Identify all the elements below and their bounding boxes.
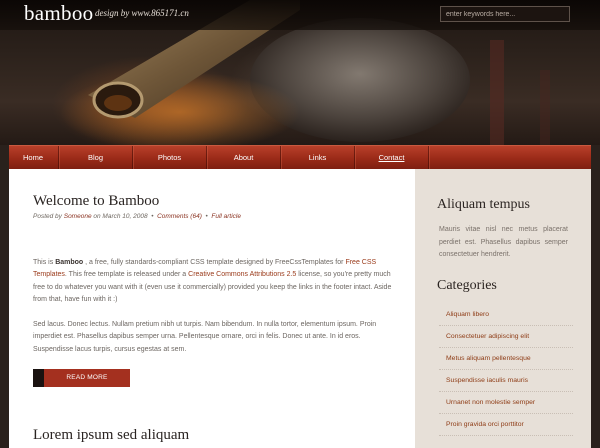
nav-item-links[interactable]: Links [281, 146, 355, 169]
category-link[interactable]: Urnanet non molestie semper [439, 392, 573, 414]
category-link[interactable]: Metus aliquam pellentesque [439, 348, 573, 370]
bold-text: Bamboo [55, 259, 84, 266]
search-input[interactable] [440, 6, 570, 22]
comments-link[interactable]: Comments (64) [157, 213, 202, 220]
read-more-button[interactable]: READ MORE [33, 369, 130, 387]
nav-item-blog[interactable]: Blog [59, 146, 133, 169]
category-link[interactable]: Aliquam libero [439, 304, 573, 326]
meta-prefix: Posted by [33, 213, 62, 220]
post-meta: Posted by Someone on March 10, 2008 • Co… [33, 213, 241, 220]
button-cap [33, 369, 44, 387]
page-frame-right [591, 169, 600, 448]
post-title[interactable]: Lorem ipsum sed aliquam [33, 427, 189, 444]
nav-label: Photos [157, 153, 182, 162]
text: This is [33, 259, 54, 266]
main-content: Welcome to Bamboo Posted by Someone on M… [9, 169, 415, 448]
creative-commons-link[interactable]: Creative Commons Attributions 2.5 [188, 271, 296, 278]
nav-item-photos[interactable]: Photos [133, 146, 207, 169]
post-paragraph-1: This is Bamboo , a free, fully standards… [33, 257, 399, 307]
nav-label: Blog [87, 153, 103, 162]
post-paragraph-2: Sed lacus. Donec lectus. Nullam pretium … [33, 321, 377, 353]
post-title[interactable]: Welcome to Bamboo [33, 193, 159, 210]
header-banner: bamboo design by www.865171.cn [0, 0, 600, 145]
nav-item-contact[interactable]: Contact [355, 146, 429, 169]
post-date: on March 10, 2008 [93, 213, 148, 220]
sidebar-text: Mauris vitae nisl nec metus placerat per… [439, 226, 568, 258]
nav-item-about[interactable]: About [207, 146, 281, 169]
author-link[interactable]: Someone [64, 213, 92, 220]
nav-label: About [233, 153, 254, 162]
nav-label: Links [308, 153, 327, 162]
page-frame-left [0, 169, 9, 448]
category-link[interactable]: Consectetuer adipiscing elit [439, 326, 573, 348]
nav-label: Contact [378, 153, 405, 162]
categories-list: Aliquam libero Consectetuer adipiscing e… [439, 304, 573, 436]
text: . This free template is released under a [64, 271, 187, 279]
category-link[interactable]: Proin gravida orci porttitor [439, 414, 573, 436]
text: , a free, fully standards-compliant CSS … [85, 259, 344, 266]
full-article-link[interactable]: Full article [211, 213, 241, 220]
categories-heading: Categories [437, 278, 497, 293]
sidebar-heading: Aliquam tempus [437, 197, 530, 212]
nav-item-home[interactable]: Home [9, 146, 59, 169]
site-logo[interactable]: bamboo [24, 1, 93, 26]
sidebar: Aliquam tempus Mauris vitae nisl nec met… [415, 169, 591, 448]
nav-label: Home [23, 153, 44, 162]
category-link[interactable]: Suspendisse iaculis mauris [439, 370, 573, 392]
site-tagline: design by www.865171.cn [95, 8, 189, 18]
read-more-label: READ MORE [66, 374, 108, 381]
main-navigation: Home Blog Photos About Links Contact [9, 145, 591, 169]
